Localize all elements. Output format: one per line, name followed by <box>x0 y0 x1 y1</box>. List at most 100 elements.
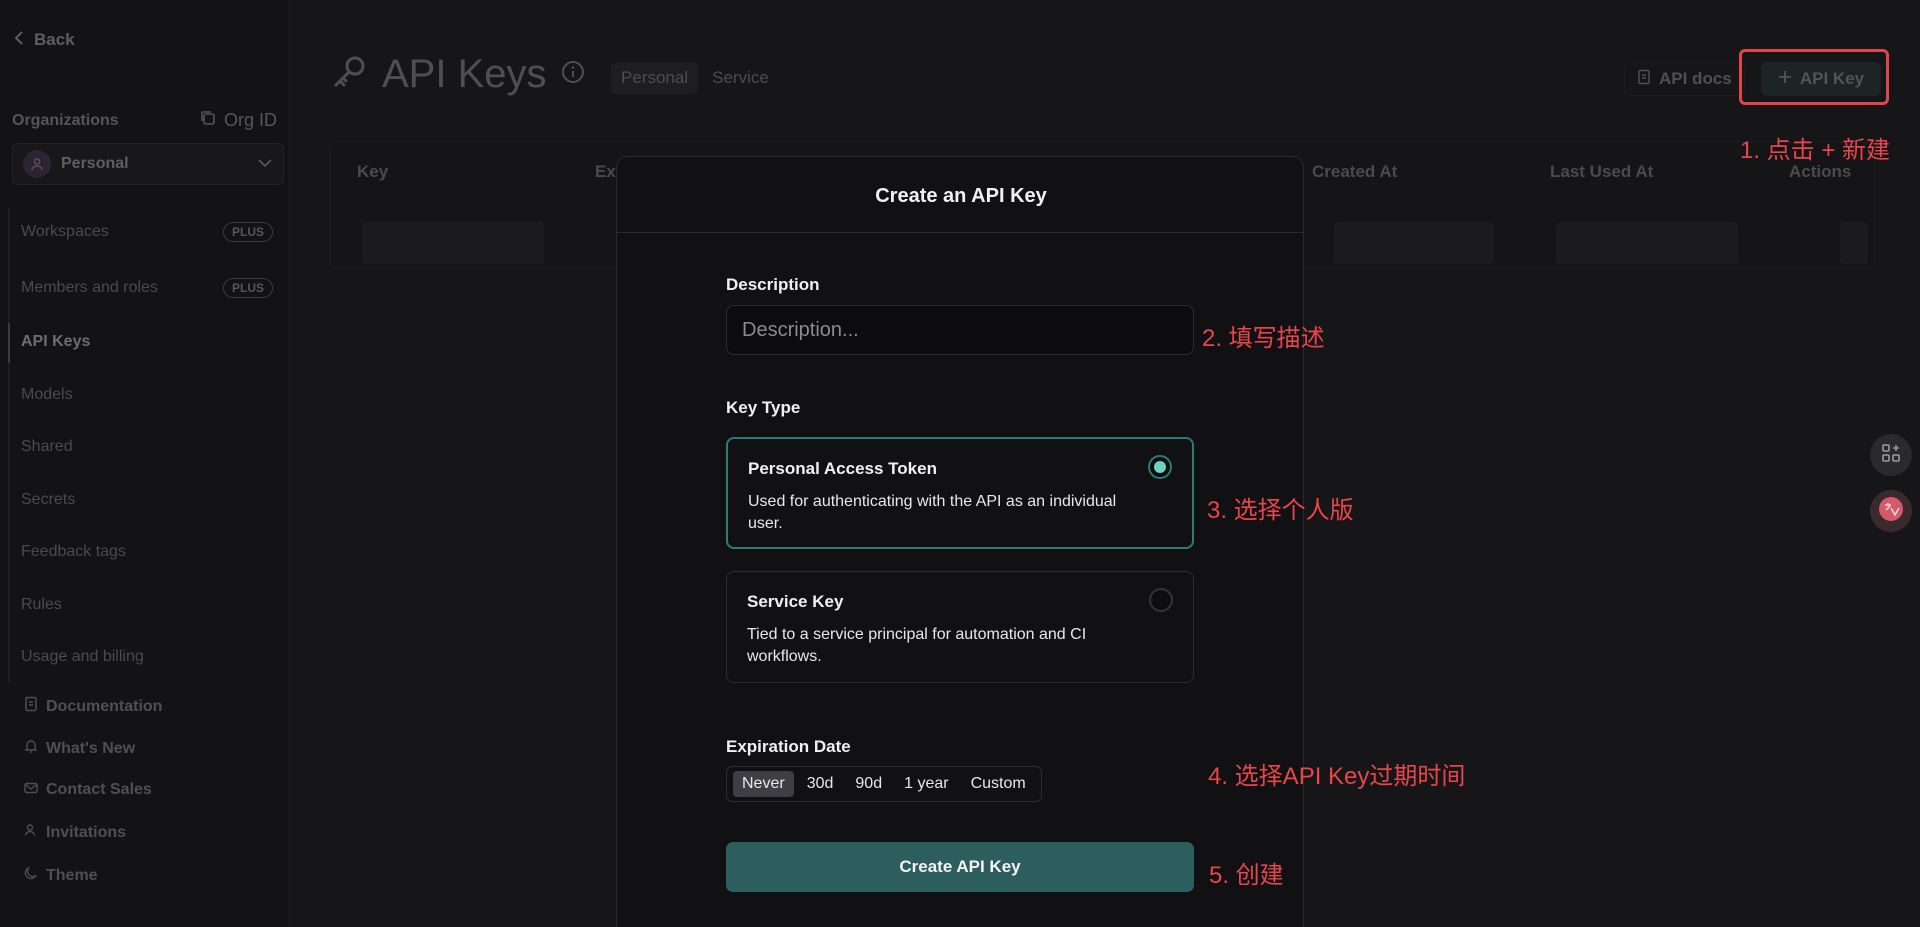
annotation-step-5: 5. 创建 <box>1209 862 1284 889</box>
sidebar-item-shared[interactable]: Shared <box>21 438 273 456</box>
sidebar-item-usage-and-billing[interactable]: Usage and billing <box>21 648 273 666</box>
option-title: Service Key <box>747 592 844 611</box>
expiration-selector: Never 30d 90d 1 year Custom <box>726 766 1042 802</box>
key-icon <box>332 54 368 95</box>
expiration-option-90d[interactable]: 90d <box>846 771 891 797</box>
apps-icon <box>1881 443 1901 468</box>
sidebar-item-label: Workspaces <box>21 223 109 240</box>
radio-selected[interactable] <box>1148 455 1172 479</box>
sidebar-link-invitations[interactable]: Invitations <box>24 823 126 842</box>
plus-badge: PLUS <box>222 278 273 298</box>
sidebar-link-label: What's New <box>46 739 136 757</box>
org-id-button[interactable]: Org ID <box>200 110 277 131</box>
chevron-left-icon <box>14 30 24 50</box>
sidebar-item-rules[interactable]: Rules <box>21 596 273 614</box>
user-plus-icon <box>24 823 38 842</box>
expiration-option-30d[interactable]: 30d <box>798 771 843 797</box>
create-api-key-modal: Create an API Key Description Key Type P… <box>616 156 1304 927</box>
sidebar-item-label: Feedback tags <box>21 543 126 560</box>
sidebar-item-label: Members and roles <box>21 279 158 296</box>
column-header-expires: Ex <box>595 162 616 181</box>
option-description: Tied to a service principal for automati… <box>747 626 1087 665</box>
nav-active-indicator <box>8 323 10 363</box>
sidebar-item-api-keys[interactable]: API Keys <box>21 333 273 351</box>
org-selector[interactable]: Personal <box>12 143 284 185</box>
annotation-step-4: 4. 选择API Key过期时间 <box>1208 763 1466 790</box>
back-label: Back <box>34 30 75 49</box>
app-root: Back Organizations Org ID Personal Works… <box>0 0 1920 927</box>
sidebar-item-label: Rules <box>21 596 62 613</box>
column-header-last-used-at: Last Used At <box>1550 162 1654 181</box>
expiration-option-custom[interactable]: Custom <box>962 771 1035 797</box>
radio-unselected[interactable] <box>1149 588 1173 612</box>
sidebar-link-documentation[interactable]: Documentation <box>24 696 162 717</box>
translate-widget-button[interactable] <box>1870 490 1912 532</box>
sidebar-link-label: Theme <box>46 866 98 884</box>
annotation-step-1: 1. 点击 + 新建 <box>1740 137 1891 164</box>
nav-rail <box>8 208 10 683</box>
expiration-label: Expiration Date <box>726 737 851 756</box>
org-name: Personal <box>61 155 129 172</box>
sidebar-item-label: Secrets <box>21 491 76 508</box>
moon-icon <box>24 866 38 885</box>
sidebar-link-label: Invitations <box>46 823 127 841</box>
back-link[interactable]: Back <box>14 30 75 50</box>
sidebar-item-workspaces[interactable]: Workspaces PLUS <box>21 222 273 242</box>
option-title: Personal Access Token <box>748 459 937 478</box>
expiration-option-never[interactable]: Never <box>733 771 794 797</box>
key-type-option-personal[interactable]: Personal Access Token Used for authentic… <box>726 437 1194 549</box>
sidebar-item-models[interactable]: Models <box>21 386 273 404</box>
copy-icon <box>200 110 216 131</box>
sidebar-link-whats-new[interactable]: What's New <box>24 738 135 759</box>
sidebar-item-members-and-roles[interactable]: Members and roles PLUS <box>21 278 273 298</box>
avatar <box>23 150 51 178</box>
column-header-actions: Actions <box>1789 162 1852 181</box>
redacted-key-cell <box>362 222 544 264</box>
sidebar-link-theme[interactable]: Theme <box>24 866 98 885</box>
tab-personal[interactable]: Personal <box>611 62 699 94</box>
annotation-step-2: 2. 填写描述 <box>1202 325 1325 352</box>
chevron-down-icon <box>257 155 273 173</box>
api-docs-button[interactable]: API docs <box>1624 62 1745 96</box>
page-title: API Keys <box>382 52 547 96</box>
apps-widget-button[interactable] <box>1870 434 1912 476</box>
description-input[interactable] <box>726 305 1194 355</box>
modal-divider <box>617 232 1303 233</box>
option-description: Used for authenticating with the API as … <box>748 493 1117 532</box>
redacted-created-cell <box>1334 222 1494 264</box>
document-icon <box>24 696 38 717</box>
sidebar-item-secrets[interactable]: Secrets <box>21 491 273 509</box>
expiration-option-1-year[interactable]: 1 year <box>895 771 957 797</box>
sidebar-item-label: Shared <box>21 438 73 455</box>
bell-icon <box>24 738 38 759</box>
key-type-tabs: Personal Service <box>611 62 779 94</box>
key-type-option-service[interactable]: Service Key Tied to a service principal … <box>726 571 1194 683</box>
page-header: API Keys <box>332 52 585 97</box>
annotation-step-3: 3. 选择个人版 <box>1207 497 1354 524</box>
sidebar-link-contact-sales[interactable]: Contact Sales <box>24 781 152 799</box>
document-icon <box>1637 69 1651 90</box>
organizations-title: Organizations <box>12 112 119 129</box>
column-header-key: Key <box>357 162 389 181</box>
mail-icon <box>24 781 38 799</box>
tab-service[interactable]: Service <box>702 62 779 94</box>
annotation-highlight-box <box>1739 49 1889 105</box>
key-type-label: Key Type <box>726 398 801 417</box>
create-api-key-button[interactable]: Create API Key <box>726 842 1194 892</box>
sidebar-item-label: Models <box>21 386 73 403</box>
sidebar-link-label: Contact Sales <box>46 781 152 798</box>
modal-title: Create an API Key <box>875 185 1047 207</box>
sidebar: Back Organizations Org ID Personal Works… <box>0 0 290 927</box>
sidebar-item-label: API Keys <box>21 333 91 350</box>
redacted-last-used-cell <box>1556 222 1738 264</box>
sidebar-link-label: Documentation <box>46 697 163 715</box>
redacted-actions-cell <box>1840 222 1868 264</box>
info-icon[interactable] <box>561 60 585 89</box>
org-id-label: Org ID <box>224 110 278 130</box>
sidebar-item-label: Usage and billing <box>21 648 144 665</box>
plus-badge: PLUS <box>222 222 273 242</box>
translate-icon <box>1878 496 1904 527</box>
api-docs-label: API docs <box>1659 69 1732 88</box>
description-label: Description <box>726 275 820 294</box>
sidebar-item-feedback-tags[interactable]: Feedback tags <box>21 543 273 561</box>
